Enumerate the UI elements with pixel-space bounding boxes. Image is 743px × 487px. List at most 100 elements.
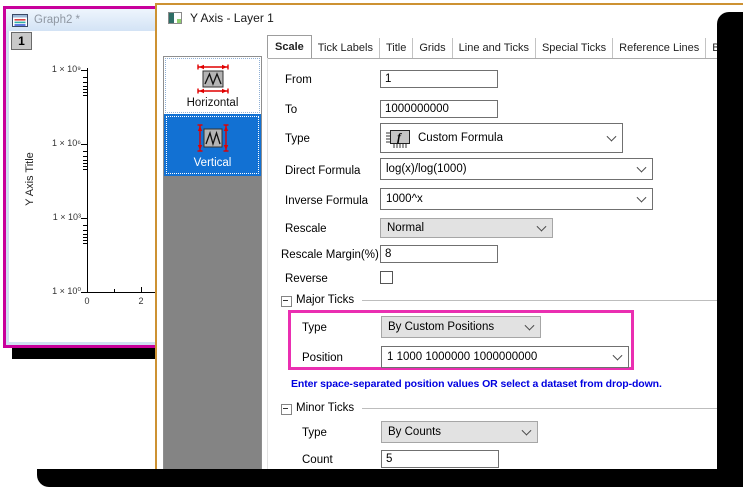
to-label: To <box>285 104 297 116</box>
inverse-formula-label: Inverse Formula <box>285 195 368 207</box>
y-minor-tick <box>83 240 87 241</box>
graph-window-shadow <box>12 348 155 359</box>
chevron-down-icon <box>637 193 647 203</box>
y-minor-tick <box>83 92 87 93</box>
position-hint-text: Enter space-separated position values OR… <box>291 378 731 390</box>
y-minor-tick <box>83 169 87 170</box>
y-minor-tick <box>83 77 87 78</box>
graph-window-icon <box>12 14 28 27</box>
sidebar-label-horizontal: Horizontal <box>187 97 239 109</box>
major-ticks-group-label: Major Ticks <box>296 294 354 306</box>
tab-line-and-ticks[interactable]: Line and Ticks <box>453 38 536 58</box>
inverse-formula-value: 1000^x <box>386 193 423 205</box>
horizontal-axis-icon <box>190 63 236 95</box>
y-axis-title: Y Axis Title <box>24 109 38 249</box>
tab-page-edge <box>267 58 268 470</box>
group-rule <box>362 300 743 301</box>
major-tick-type-value: By Custom Positions <box>388 321 494 333</box>
y-minor-tick <box>83 163 87 164</box>
y-minor-tick <box>83 234 87 235</box>
direct-formula-value: log(x)/log(1000) <box>386 163 467 175</box>
y-minor-tick <box>83 156 87 157</box>
scale-type-dropdown[interactable]: f Custom Formula <box>380 123 623 153</box>
x-tick-label: 0 <box>77 296 97 306</box>
graph-window-title: Graph2 * <box>34 14 80 26</box>
dialog-titlebar[interactable]: Y Axis - Layer 1 <box>157 5 743 31</box>
y-minor-tick <box>83 82 87 83</box>
y-minor-tick <box>83 237 87 238</box>
tab-special-ticks[interactable]: Special Ticks <box>536 38 613 58</box>
minor-tick-type-dropdown[interactable]: By Counts <box>381 421 538 443</box>
chevron-down-icon <box>607 132 617 142</box>
x-minor-tick <box>114 289 115 292</box>
y-major-tick <box>81 70 87 71</box>
inverse-formula-combo[interactable]: 1000^x <box>380 188 653 210</box>
x-tick-label: 2 <box>131 296 151 306</box>
reverse-checkbox[interactable] <box>380 271 393 284</box>
screenshot-shadow-right <box>717 12 743 487</box>
y-axis-line <box>87 68 88 293</box>
graph-page: 1 <box>9 31 162 342</box>
tab-tick-labels[interactable]: Tick Labels <box>312 38 380 58</box>
major-tick-position-combo[interactable]: 1 1000 1000000 1000000000 <box>381 346 629 368</box>
y-tick-label: 1 × 10⁹ <box>21 64 81 74</box>
rescale-value: Normal <box>387 222 424 234</box>
major-tick-position-label: Position <box>302 352 343 364</box>
graph-window-titlebar[interactable]: Graph2 * <box>6 9 165 31</box>
y-minor-tick <box>83 225 87 226</box>
reverse-label: Reverse <box>285 273 328 285</box>
layer-badge[interactable]: 1 <box>11 32 32 50</box>
tab-reference-lines[interactable]: Reference Lines <box>613 38 706 58</box>
to-input[interactable] <box>380 100 498 118</box>
rescale-margin-input[interactable] <box>380 245 498 263</box>
chevron-down-icon <box>525 321 535 331</box>
y-major-tick <box>81 218 87 219</box>
direct-formula-label: Direct Formula <box>285 165 360 177</box>
type-label: Type <box>285 133 310 145</box>
y-major-tick <box>81 292 87 293</box>
y-major-tick <box>81 144 87 145</box>
rescale-margin-label: Rescale Margin(%) <box>281 249 379 261</box>
tab-grids[interactable]: Grids <box>413 38 452 58</box>
major-ticks-collapse-toggle[interactable] <box>281 296 292 307</box>
chevron-down-icon <box>613 351 623 361</box>
x-major-tick <box>141 287 142 292</box>
minor-tick-type-label: Type <box>302 427 327 439</box>
from-input[interactable] <box>380 70 498 88</box>
major-tick-type-label: Type <box>302 322 327 334</box>
tab-title[interactable]: Title <box>380 38 413 58</box>
formula-icon: f <box>386 128 413 149</box>
sidebar-item-vertical[interactable]: Vertical <box>164 114 261 176</box>
y-minor-tick <box>83 89 87 90</box>
graph-window: Graph2 * 1 <box>3 6 168 348</box>
sidebar-label-vertical: Vertical <box>194 157 232 169</box>
chevron-down-icon <box>522 426 532 436</box>
dialog-title: Y Axis - Layer 1 <box>190 11 274 25</box>
y-minor-tick <box>83 95 87 96</box>
sidebar-item-horizontal[interactable]: Horizontal <box>164 57 261 114</box>
minor-ticks-collapse-toggle[interactable] <box>281 404 292 415</box>
y-minor-tick <box>83 86 87 87</box>
rescale-dropdown[interactable]: Normal <box>380 218 553 238</box>
dialog-icon <box>168 12 182 24</box>
axis-dialog: Y Axis - Layer 1 Scale Tick Labels Title… <box>155 3 743 470</box>
scale-type-value: Custom Formula <box>418 132 503 144</box>
y-tick-label: 1 × 10⁰ <box>21 286 81 297</box>
minor-tick-count-input[interactable] <box>381 450 499 468</box>
y-minor-tick <box>83 230 87 231</box>
axis-selector-panel: Horizontal Vertical <box>163 56 262 470</box>
direct-formula-combo[interactable]: log(x)/log(1000) <box>380 158 653 180</box>
minor-tick-type-value: By Counts <box>388 426 441 438</box>
y-minor-tick <box>83 160 87 161</box>
y-minor-tick <box>83 243 87 244</box>
rescale-label: Rescale <box>285 223 327 235</box>
minor-tick-count-label: Count <box>302 454 333 466</box>
y-minor-tick <box>83 166 87 167</box>
x-axis-line <box>87 292 162 293</box>
group-rule <box>362 408 743 409</box>
from-label: From <box>285 74 312 86</box>
tab-strip: Scale Tick Labels Title Grids Line and T… <box>267 33 743 59</box>
tab-scale[interactable]: Scale <box>267 35 312 59</box>
minor-ticks-group-label: Minor Ticks <box>296 402 354 414</box>
major-tick-type-dropdown[interactable]: By Custom Positions <box>381 316 541 338</box>
